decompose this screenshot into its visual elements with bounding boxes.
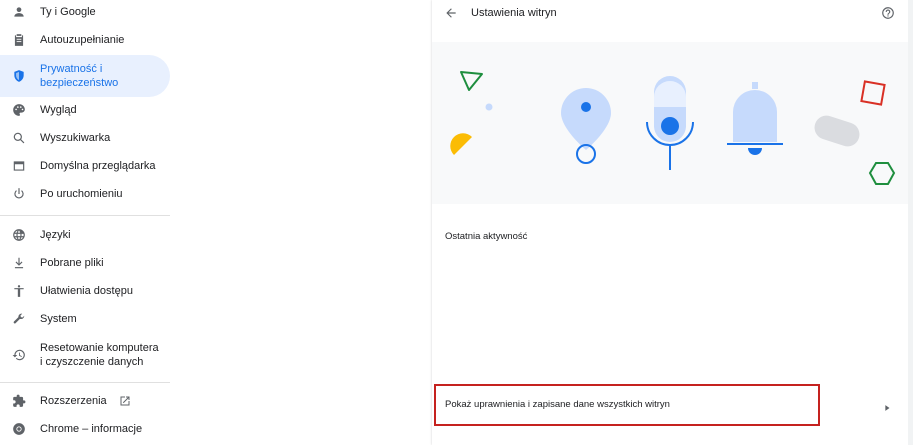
triangle-right-icon [882,400,892,411]
sidebar-item-label: Autouzupełnianie [40,34,125,46]
green-triangle-shape [460,71,483,91]
sidebar-item-label: Domyślna przeglądarka [40,160,156,172]
browser-window-icon [12,159,26,173]
sidebar-item-label: Po uruchomieniu [40,188,123,200]
sidebar-item-label: Ty i Google [40,6,96,18]
sidebar-item-privacy-security[interactable]: Prywatność i bezpieczeństwo [0,55,170,97]
sidebar-item-label: Wyszukiwarka [40,132,111,144]
sidebar-item-label: Chrome – informacje [40,423,143,435]
green-hexagon-shape [868,162,896,185]
small-dot-shape [485,103,493,111]
yellow-half-circle-shape [450,133,472,155]
chrome-icon [12,422,26,436]
site-settings-illustration [432,42,910,204]
download-icon [12,256,26,270]
sidebar-item-label: Pobrane pliki [40,257,104,269]
sidebar-item-you-and-google[interactable]: Ty i Google [0,5,170,19]
red-square-shape [860,80,886,106]
globe-icon [12,228,26,242]
help-icon[interactable] [881,6,895,20]
sidebar-item-autofill[interactable]: Autouzupełnianie [0,33,170,47]
grey-pill-shape [814,115,860,147]
sidebar-item-default-browser[interactable]: Domyślna przeglądarka [0,159,170,173]
microphone-icon [646,76,694,170]
person-icon [12,5,26,19]
page-header: Ustawienia witryn [432,0,910,40]
page-title: Ustawienia witryn [471,7,557,19]
sidebar-item-label: Prywatność i bezpieczeństwo [40,63,119,89]
sidebar-item-appearance[interactable]: Wygląd [0,103,170,117]
bell-icon [727,82,783,155]
sidebar-item-on-startup[interactable]: Po uruchomieniu [0,187,170,201]
puzzle-piece-icon [12,394,26,408]
sidebar-divider [0,382,170,383]
sidebar-item-about-chrome[interactable]: Chrome – informacje [0,422,170,436]
site-settings-panel: Ustawienia witryn Ostatnia aktywność Pok… [432,0,910,445]
power-icon [12,187,26,201]
sidebar-item-search-engine[interactable]: Wyszukiwarka [0,131,170,145]
sidebar-item-reset-cleanup[interactable]: Resetowanie komputera i czyszczenie dany… [0,340,170,370]
open-in-new-icon [119,395,131,407]
illustration-graphic [450,71,896,185]
accessibility-icon [12,284,26,298]
shield-icon [12,69,26,83]
clipboard-icon [12,33,26,47]
palette-icon [12,103,26,117]
history-icon [12,348,26,362]
recent-activity-heading: Ostatnia aktywność [445,231,528,242]
highlight-box [434,384,820,426]
sidebar-item-label: Rozszerzenia [40,395,107,407]
location-pin-icon [561,88,611,164]
back-arrow-icon[interactable] [444,6,458,20]
sidebar-divider [0,215,170,216]
sidebar-item-downloads[interactable]: Pobrane pliki [0,256,170,270]
wrench-icon [12,312,26,326]
sidebar-item-label: Wygląd [40,104,77,116]
sidebar-item-extensions[interactable]: Rozszerzenia [0,394,170,408]
sidebar-item-label: Resetowanie komputera i czyszczenie dany… [40,342,159,368]
sidebar-item-system[interactable]: System [0,312,170,326]
sidebar-item-label: Języki [40,229,71,241]
sidebar-item-label: Ułatwienia dostępu [40,285,133,297]
scrollbar[interactable] [908,0,913,445]
sidebar-item-accessibility[interactable]: Ułatwienia dostępu [0,284,170,298]
sidebar-item-languages[interactable]: Języki [0,228,170,242]
search-icon [12,131,26,145]
settings-sidebar: Ty i Google Autouzupełnianie Prywatność … [0,0,172,445]
sidebar-item-label: System [40,313,77,325]
